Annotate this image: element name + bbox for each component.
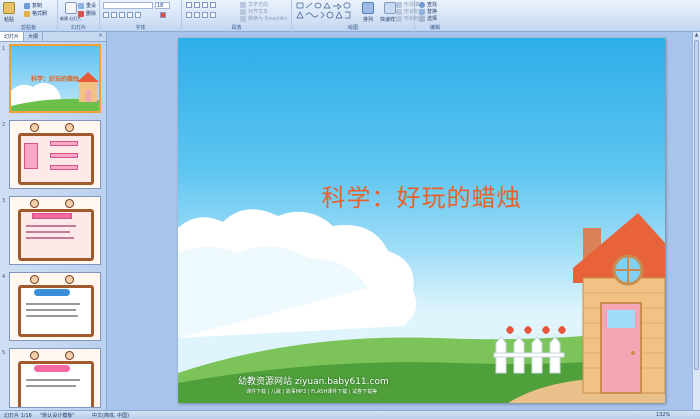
delete-button[interactable]: 删除 bbox=[78, 10, 96, 17]
font-name-field[interactable] bbox=[103, 2, 153, 9]
current-slide[interactable]: 科学：好玩的蜡烛 幼教资源网站 ziyuan.baby611.com 课件下载 … bbox=[178, 38, 665, 403]
align-center-button[interactable] bbox=[194, 12, 200, 18]
smartart-icon bbox=[240, 15, 246, 22]
slide-number: 3 bbox=[2, 198, 6, 204]
thumbnail-title: 科学：好玩的蜡烛 bbox=[30, 76, 79, 83]
effects-icon bbox=[396, 15, 402, 22]
slide-number: 4 bbox=[2, 274, 6, 280]
delete-icon bbox=[78, 10, 84, 17]
decrease-indent-button[interactable] bbox=[202, 2, 208, 8]
reset-button[interactable]: 重设 bbox=[78, 2, 96, 9]
text-direction-icon bbox=[240, 1, 246, 8]
slide-thumbnail-2[interactable]: 2 bbox=[0, 120, 107, 192]
paragraph-group: 文字方向 对齐文本 转换为 SmartArt 段落 bbox=[182, 0, 292, 32]
binoculars-icon bbox=[419, 1, 425, 8]
theme-name: "默认设计模板" bbox=[40, 413, 75, 419]
zoom-level[interactable]: 132% bbox=[656, 412, 670, 418]
editing-group-label: 编辑 bbox=[429, 25, 440, 31]
font-group-label: 字体 bbox=[135, 25, 146, 31]
thumbnail-image bbox=[9, 348, 101, 408]
align-left-button[interactable] bbox=[186, 12, 192, 18]
slide-thumbnail-1[interactable]: 1 科学：好玩的蜡烛 bbox=[0, 44, 107, 116]
paste-icon bbox=[3, 2, 15, 14]
tab-outline[interactable]: 大纲 bbox=[24, 32, 44, 41]
clipboard-group: 粘贴 复制 格式刷 剪贴板 bbox=[0, 0, 58, 32]
clipboard-group-label: 剪贴板 bbox=[20, 25, 36, 31]
slides-group-label: 幻灯片 bbox=[70, 25, 86, 31]
scroll-thumb[interactable] bbox=[694, 40, 699, 370]
scroll-up-icon[interactable]: ▲ bbox=[693, 32, 700, 39]
align-text-icon bbox=[240, 8, 246, 15]
copy-button[interactable]: 复制 bbox=[24, 2, 42, 9]
numbering-button[interactable] bbox=[194, 2, 200, 8]
find-button[interactable]: 查找 bbox=[419, 1, 437, 8]
website-credit: 幼教资源网站 ziyuan.baby611.com bbox=[238, 377, 389, 387]
thumbnail-image bbox=[9, 272, 101, 341]
convert-smartart-button[interactable]: 转换为 SmartArt bbox=[240, 15, 287, 22]
align-right-button[interactable] bbox=[202, 12, 208, 18]
slide-thumbnail-5[interactable]: 5 bbox=[0, 348, 107, 419]
quick-styles-icon bbox=[384, 2, 396, 14]
status-bar: 幻灯片 1/16 "默认设计模板" 中文(简体, 中国) 132% bbox=[0, 410, 700, 419]
slide-counter: 幻灯片 1/16 bbox=[4, 413, 32, 419]
bullets-button[interactable] bbox=[186, 2, 192, 8]
language-indicator[interactable]: 中文(简体, 中国) bbox=[92, 412, 129, 419]
align-text-button[interactable]: 对齐文本 bbox=[240, 8, 268, 15]
vertical-scrollbar[interactable]: ▲ bbox=[692, 32, 700, 410]
bold-button[interactable] bbox=[103, 12, 109, 18]
format-painter-button[interactable]: 格式刷 bbox=[24, 10, 47, 17]
font-group: 18 字体 bbox=[100, 0, 182, 32]
thumbnail-image bbox=[9, 196, 101, 265]
underline-button[interactable] bbox=[119, 12, 125, 18]
justify-button[interactable] bbox=[210, 12, 216, 18]
pane-tabs: 幻灯片 大纲 × bbox=[0, 32, 106, 42]
replace-button[interactable]: 替换 bbox=[419, 8, 437, 15]
thumbnail-image bbox=[9, 120, 101, 189]
copy-icon bbox=[24, 2, 30, 9]
drawing-group: 排列 快速样式 形状填充 形状轮廓 形状效果 绘图 bbox=[292, 0, 424, 32]
drawing-group-label: 绘图 bbox=[347, 25, 358, 31]
slide-number: 2 bbox=[2, 122, 6, 128]
slide-background-scene bbox=[178, 209, 665, 403]
strikethrough-button[interactable] bbox=[127, 12, 133, 18]
slide-number: 1 bbox=[2, 46, 6, 52]
tab-slides[interactable]: 幻灯片 bbox=[0, 32, 25, 41]
font-color-button[interactable] bbox=[160, 12, 166, 18]
editing-group: 查找 替换 选择 编辑 bbox=[415, 0, 455, 32]
format-painter-icon bbox=[24, 10, 30, 17]
arrange-icon bbox=[362, 2, 374, 14]
website-links: 课件下载 | 儿歌 | 故事MP3 | FLASH课件下载 | 试卷下载等 bbox=[246, 389, 378, 395]
slides-group: 新建 幻灯片 重设 删除 幻灯片 bbox=[58, 0, 100, 32]
slide-number: 5 bbox=[2, 350, 6, 356]
paste-button[interactable]: 粘贴 bbox=[3, 2, 15, 23]
font-size-field[interactable]: 18 bbox=[155, 2, 170, 9]
slide-thumbnail-4[interactable]: 4 bbox=[0, 272, 107, 344]
slide-editor: 科学：好玩的蜡烛 幼教资源网站 ziyuan.baby611.com 课件下载 … bbox=[108, 32, 700, 410]
slides-pane: 幻灯片 大纲 × 1 科学：好玩的蜡烛 2 3 4 5 bbox=[0, 32, 107, 410]
shapes-gallery[interactable] bbox=[296, 2, 358, 22]
shadow-button[interactable] bbox=[135, 12, 141, 18]
pen-icon bbox=[396, 8, 402, 15]
fill-bucket-icon bbox=[396, 1, 402, 8]
ribbon: 粘贴 复制 格式刷 剪贴板 新建 幻灯片 重设 删除 幻灯片 18 字体 文字方… bbox=[0, 0, 700, 32]
select-button[interactable]: 选择 bbox=[419, 15, 437, 22]
close-icon[interactable]: × bbox=[95, 32, 106, 41]
text-direction-button[interactable]: 文字方向 bbox=[240, 1, 268, 8]
cursor-icon bbox=[419, 15, 425, 22]
paragraph-group-label: 段落 bbox=[231, 25, 242, 31]
reset-icon bbox=[78, 2, 84, 9]
replace-icon bbox=[419, 8, 425, 15]
increase-indent-button[interactable] bbox=[210, 2, 216, 8]
slide-title[interactable]: 科学：好玩的蜡烛 bbox=[178, 178, 665, 213]
italic-button[interactable] bbox=[111, 12, 117, 18]
slide-thumbnail-3[interactable]: 3 bbox=[0, 196, 107, 268]
new-slide-icon bbox=[64, 2, 77, 14]
arrange-button[interactable]: 排列 bbox=[362, 2, 374, 23]
thumbnail-image: 科学：好玩的蜡烛 bbox=[9, 44, 101, 113]
